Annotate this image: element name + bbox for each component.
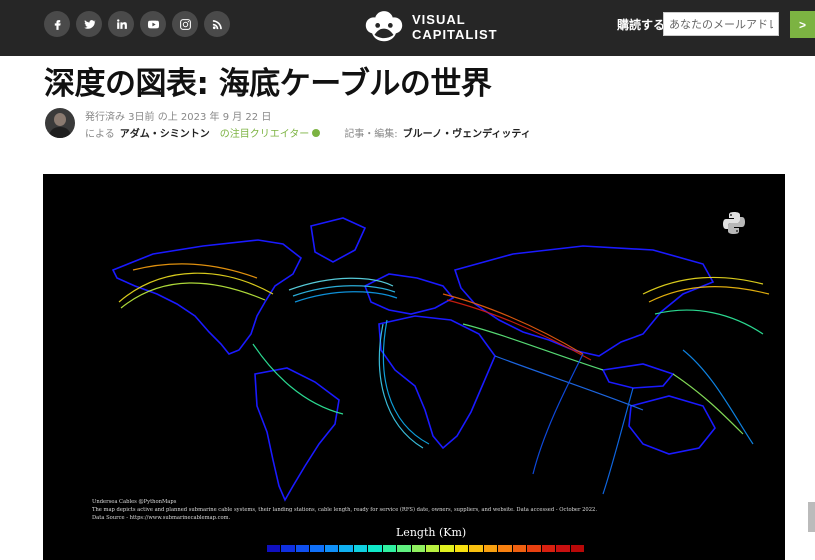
map-caption: Undersea Cables @PythonMaps The map depi… [92, 498, 597, 522]
article-title: 深度の図表: 海底ケーブルの世界 [44, 66, 492, 102]
legend-swatch [454, 545, 469, 552]
caption-description: The map depicts active and planned subma… [92, 507, 597, 513]
social-links [44, 11, 230, 37]
rss-icon[interactable] [204, 11, 230, 37]
undersea-cables-map: Undersea Cables @PythonMaps The map depi… [43, 174, 785, 560]
subscribe-submit-button[interactable]: > [790, 11, 815, 38]
logo-text-visual: VISUAL [412, 12, 466, 27]
legend-swatch [556, 545, 570, 552]
legend-swatch [425, 545, 440, 552]
legend-swatch [570, 545, 584, 552]
caption-source: Data Source - https://www.submarinecable… [92, 515, 231, 521]
featured-creator-label: の注目クリエイター [219, 129, 310, 140]
subscribe-label: 購読する [617, 18, 666, 32]
linkedin-icon[interactable] [108, 11, 134, 37]
python-logo-icon [723, 212, 745, 234]
top-navigation-bar: VISUAL CAPITALIST 購読する > [0, 0, 815, 56]
by-label: による [85, 129, 115, 140]
legend-swatch [498, 545, 512, 552]
legend-swatch [281, 545, 295, 552]
publish-date: 発行済み 3日前 の上 2023 年 9 月 22 日 [85, 112, 272, 123]
visual-capitalist-logo[interactable]: VISUAL CAPITALIST [360, 6, 510, 48]
legend-swatch [440, 545, 454, 552]
legend-swatch [324, 545, 339, 552]
legend-title: Length (Km) [396, 526, 467, 539]
byline: による アダム・シミントン の注目クリエイター 記事・編集: ブルーノ・ヴェンデ… [85, 125, 531, 140]
logo-text-capitalist: CAPITALIST [412, 27, 498, 42]
legend-swatch [295, 545, 310, 552]
legend-swatch [483, 545, 498, 552]
legend-swatch [339, 545, 353, 552]
legend-swatch [397, 545, 411, 552]
scrollbar-thumb[interactable] [808, 502, 815, 532]
facebook-icon[interactable] [44, 11, 70, 37]
editor-label: 記事・編集: [344, 129, 398, 140]
legend-swatch [512, 545, 527, 552]
author-avatar[interactable] [45, 108, 75, 138]
twitter-icon[interactable] [76, 11, 102, 37]
legend-swatch [368, 545, 382, 552]
email-input[interactable] [663, 12, 779, 36]
featured-creator-badge[interactable]: の注目クリエイター [220, 125, 321, 140]
caption-title: Undersea Cables @PythonMaps [92, 499, 177, 505]
author-link[interactable]: アダム・シミントン [120, 125, 210, 140]
legend-swatch [353, 545, 368, 552]
length-color-legend [267, 545, 585, 552]
legend-swatch [310, 545, 324, 552]
instagram-icon[interactable] [172, 11, 198, 37]
legend-swatch [267, 545, 281, 552]
legend-swatch [541, 545, 556, 552]
legend-swatch [469, 545, 483, 552]
legend-swatch [527, 545, 541, 552]
editor-link[interactable]: ブルーノ・ヴェンディッティ [403, 125, 531, 140]
legend-swatch [382, 545, 397, 552]
youtube-icon[interactable] [140, 11, 166, 37]
logo-mark-icon [365, 11, 403, 42]
verified-check-icon [312, 128, 321, 137]
legend-swatch [411, 545, 425, 552]
